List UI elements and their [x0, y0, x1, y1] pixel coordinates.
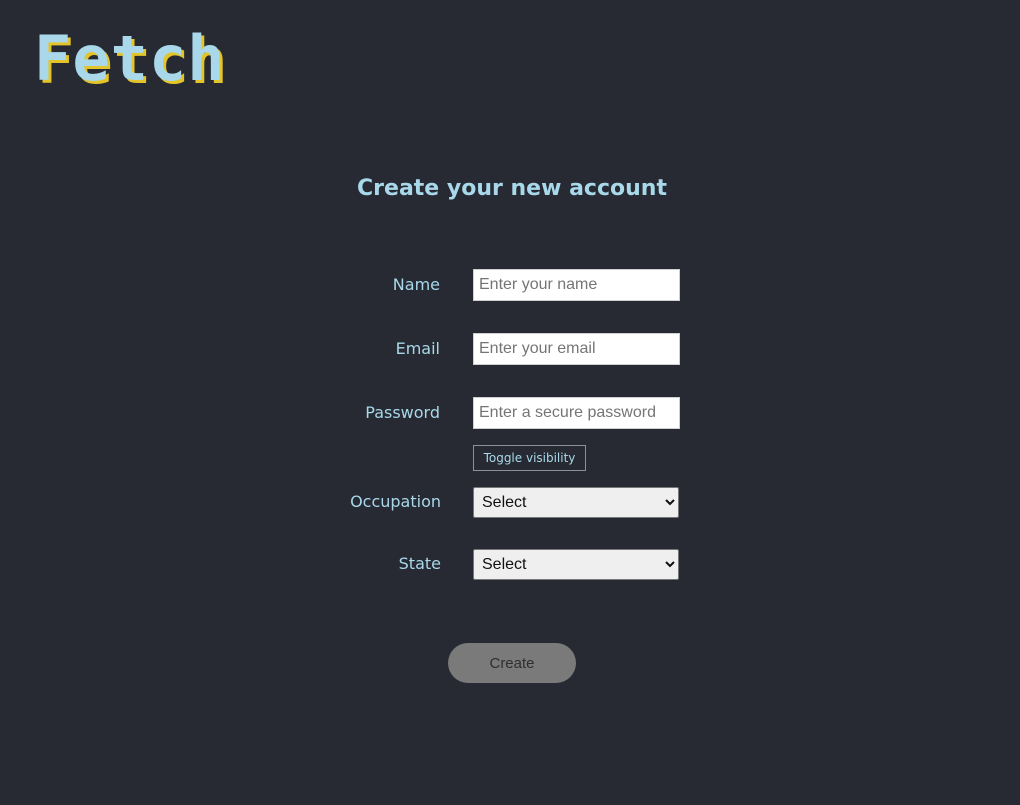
app-logo: Fetch [34, 22, 226, 95]
name-label: Name [392, 275, 440, 294]
email-label: Email [395, 339, 440, 358]
occupation-select[interactable]: Select [473, 487, 679, 518]
page-title: Create your new account [357, 176, 667, 201]
password-label: Password [365, 403, 440, 422]
state-label: State [398, 554, 441, 573]
name-input[interactable] [473, 269, 680, 301]
toggle-visibility-button[interactable]: Toggle visibility [473, 445, 586, 471]
signup-page: Fetch Create your new account Name Email… [0, 0, 1020, 805]
email-input[interactable] [473, 333, 680, 365]
occupation-label: Occupation [350, 492, 441, 511]
password-input[interactable] [473, 397, 680, 429]
create-button[interactable]: Create [448, 643, 576, 683]
state-select[interactable]: Select [473, 549, 679, 580]
